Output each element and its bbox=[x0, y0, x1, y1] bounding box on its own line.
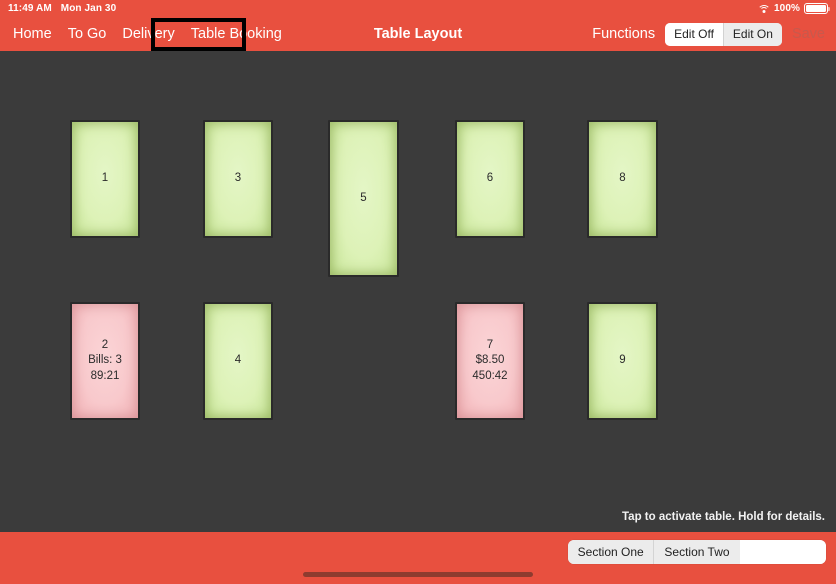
navigation-bar: Home To Go Delivery Table Booking Table … bbox=[0, 17, 836, 51]
table-7-line-2: $8.50 bbox=[475, 354, 505, 367]
table-7-line-1: 7 bbox=[486, 339, 494, 352]
functions-button[interactable]: Functions bbox=[592, 26, 655, 42]
table-3-line-1: 3 bbox=[234, 172, 242, 185]
nav-link-delivery[interactable]: Delivery bbox=[122, 27, 174, 42]
nav-link-table-booking[interactable]: Table Booking bbox=[191, 27, 282, 42]
table-shape-9[interactable]: 9 bbox=[587, 302, 658, 420]
table-7-line-3: 450:42 bbox=[472, 369, 508, 382]
table-2-line-2: Bills: 3 bbox=[88, 354, 122, 367]
nav-right-group: Functions Edit Off Edit On Save bbox=[592, 22, 836, 46]
table-8-line-1: 8 bbox=[619, 172, 626, 185]
table-shape-1[interactable]: 1 bbox=[70, 120, 140, 238]
table-shape-6[interactable]: 6 bbox=[455, 120, 525, 238]
table-shape-4[interactable]: 4 bbox=[203, 302, 273, 420]
battery-full-icon bbox=[804, 3, 831, 14]
save-button[interactable]: Save bbox=[792, 26, 825, 42]
segment-edit-on[interactable]: Edit On bbox=[722, 22, 782, 46]
segment-section-three[interactable] bbox=[739, 540, 826, 564]
bottom-toolbar: Section One Section Two bbox=[0, 532, 836, 584]
table-1-line-1: 1 bbox=[101, 172, 109, 185]
table-shape-2[interactable]: 2 Bills: 3 89:21 bbox=[70, 302, 140, 420]
status-bar-right: 100% bbox=[757, 3, 831, 14]
status-bar-date: Mon Jan 30 bbox=[60, 3, 117, 14]
battery-percent-label: 100% bbox=[774, 3, 800, 14]
nav-link-home[interactable]: Home bbox=[13, 27, 52, 42]
status-bar-left: 11:49 AM Mon Jan 30 bbox=[8, 3, 116, 14]
table-2-line-1: 2 bbox=[101, 339, 109, 352]
status-bar: 11:49 AM Mon Jan 30 100% bbox=[0, 0, 836, 17]
table-shape-3[interactable]: 3 bbox=[203, 120, 273, 238]
status-bar-time: 11:49 AM bbox=[8, 3, 52, 14]
nav-link-to-go[interactable]: To Go bbox=[68, 27, 107, 42]
segment-edit-off[interactable]: Edit Off bbox=[665, 22, 723, 46]
hint-label: Tap to activate table. Hold for details. bbox=[622, 511, 825, 523]
nav-links: Home To Go Delivery Table Booking bbox=[0, 27, 282, 42]
segment-section-two[interactable]: Section Two bbox=[653, 540, 740, 564]
wifi-icon bbox=[757, 4, 771, 14]
segment-section-one[interactable]: Section One bbox=[568, 540, 654, 564]
table-layout-canvas[interactable]: 1 3 5 6 8 2 Bills: 3 89:21 4 7 $8.50 450:42 9 Tap to … bbox=[0, 51, 836, 532]
table-shape-8[interactable]: 8 bbox=[587, 120, 658, 238]
table-shape-7[interactable]: 7 $8.50 450:42 bbox=[455, 302, 525, 420]
table-9-line-1: 9 bbox=[619, 354, 626, 367]
edit-mode-segmented-control[interactable]: Edit Off Edit On bbox=[665, 22, 782, 46]
home-indicator bbox=[303, 572, 533, 577]
table-5-line-1: 5 bbox=[360, 191, 367, 204]
table-shape-5[interactable]: 5 bbox=[328, 120, 399, 277]
table-2-line-3: 89:21 bbox=[90, 369, 120, 382]
section-segmented-control[interactable]: Section One Section Two bbox=[568, 540, 826, 564]
table-6-line-1: 6 bbox=[486, 172, 494, 185]
table-4-line-1: 4 bbox=[234, 354, 242, 367]
